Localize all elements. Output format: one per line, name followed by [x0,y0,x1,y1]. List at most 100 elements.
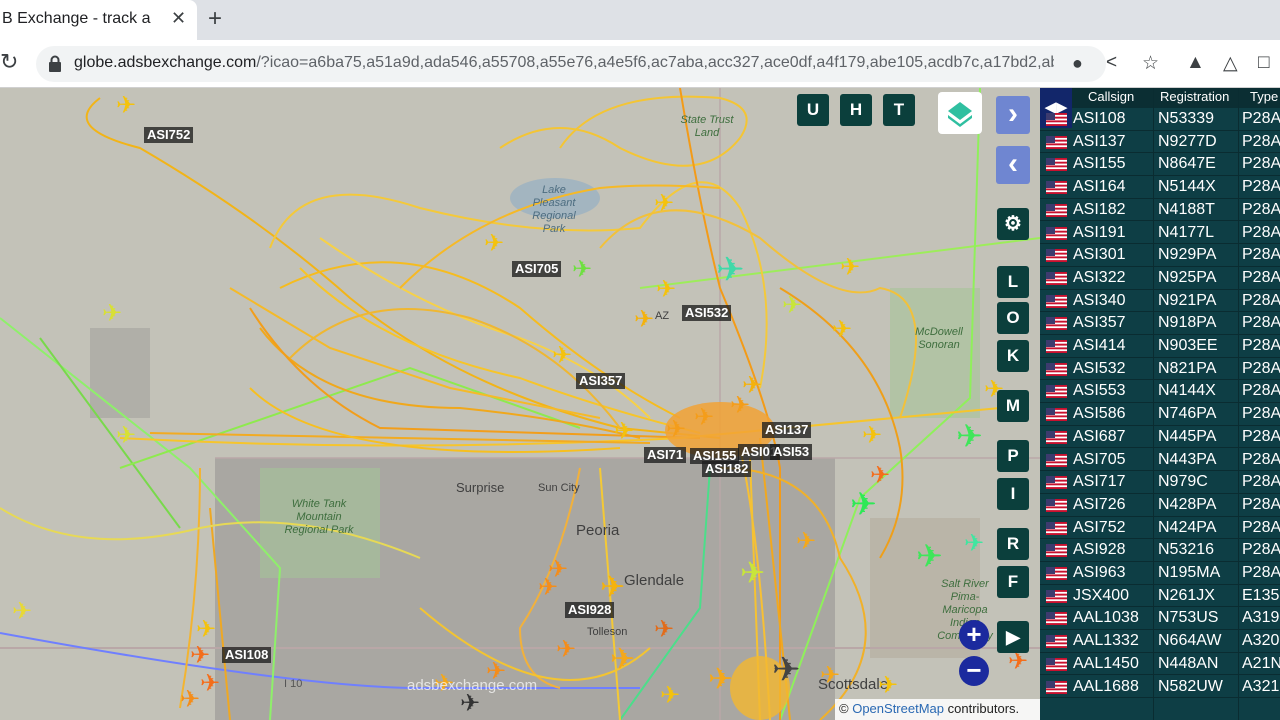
table-row[interactable]: ASI414 N903EE P28A [1040,335,1280,358]
aircraft-icon[interactable]: ✈ [116,94,136,118]
toggle-h-button[interactable]: H [840,94,872,126]
aircraft-icon[interactable]: ✈ [654,192,674,216]
aircraft-icon[interactable]: ✈ [572,258,592,282]
table-row[interactable]: AAL1038 N753US A319 [1040,607,1280,631]
aircraft-icon[interactable]: ✈ [740,559,765,589]
aircraft-icon[interactable]: ✈ [600,573,625,603]
aircraft-icon[interactable]: ✈ [870,464,890,488]
table-row[interactable]: ASI963 N195MA P28A [1040,562,1280,585]
table-row[interactable]: ASI191 N4177L P28A [1040,222,1280,245]
aircraft-icon[interactable]: ✈ [850,488,877,520]
zoom-in-button[interactable]: + [959,620,989,650]
flight-map[interactable]: Surprise Sun City Peoria Glendale Tolles… [0,88,1040,720]
side-panel-icon[interactable]: □ [1258,52,1269,74]
header-registration[interactable]: Registration [1160,88,1229,106]
aircraft-icon[interactable]: ✈ [634,308,654,332]
aircraft-icon[interactable]: ✈ [666,418,686,442]
star-icon[interactable]: ☆ [1142,52,1159,75]
next-button[interactable]: › [996,96,1030,134]
table-row[interactable]: ASI108 N53339 P28A [1040,108,1280,131]
toggle-f-button[interactable]: F [997,566,1029,598]
toggle-o-button[interactable]: O [997,302,1029,334]
reload-icon[interactable]: ↻ [0,49,22,75]
table-row[interactable]: ASI164 N5144X P28A [1040,176,1280,199]
labs-flask-icon[interactable]: △ [1223,52,1238,75]
table-row[interactable]: ASI705 N443PA P28A [1040,449,1280,472]
aircraft-icon[interactable]: ✈ [610,645,635,675]
aircraft-icon[interactable]: ✈ [12,600,32,624]
omnibox[interactable]: globe.adsbexchange.com/?icao=a6ba75,a51a… [36,46,1106,82]
location-pin-icon[interactable]: ● [1072,53,1083,74]
aircraft-icon[interactable]: ✈ [116,424,136,448]
aircraft-icon[interactable]: ✈ [190,644,210,668]
aircraft-icon[interactable]: ✈ [102,302,122,326]
aircraft-icon[interactable]: ✈ [556,638,576,662]
aircraft-icon[interactable]: ✈ [862,424,882,448]
aircraft-icon[interactable]: ✈ [742,374,762,398]
aircraft-icon[interactable]: ✈ [820,664,840,688]
close-icon[interactable]: ✕ [171,8,186,29]
table-row[interactable]: ASI340 N921PA P28A [1040,290,1280,313]
aircraft-icon[interactable]: ✈ [708,665,733,695]
table-row[interactable]: ASI137 N9277D P28A [1040,131,1280,154]
toggle-i-button[interactable]: I [997,478,1029,510]
aircraft-icon[interactable]: ✈ [964,532,984,556]
extensions-icon[interactable]: ▲ [1186,52,1205,74]
table-row[interactable]: ASI322 N925PA P28A [1040,267,1280,290]
table-row[interactable]: ASI717 N979C P28A [1040,471,1280,494]
browser-tab[interactable]: B Exchange - track a ✕ [0,0,197,40]
toggle-p-button[interactable]: P [997,440,1029,472]
aircraft-icon[interactable]: ✈ [552,344,572,368]
aircraft-label[interactable]: ASI532 [682,305,732,321]
aircraft-label[interactable]: ASI357 [576,373,626,389]
aircraft-label[interactable]: ASI137 [762,422,812,438]
settings-gear-icon[interactable]: ⚙ [997,208,1029,240]
table-row[interactable]: ASI301 N929PA P28A [1040,244,1280,267]
aircraft-label[interactable]: ASI108 [222,647,272,663]
table-row[interactable]: ASI357 N918PA P28A [1040,312,1280,335]
zoom-out-button[interactable]: − [959,656,989,686]
aircraft-icon[interactable]: ✈ [656,278,676,302]
aircraft-icon[interactable]: ✈ [956,420,983,452]
toggle-m-button[interactable]: M [997,390,1029,422]
aircraft-label[interactable]: ASI53 [770,444,813,460]
aircraft-icon[interactable]: ✈ [796,530,816,554]
prev-button[interactable]: ‹ [996,146,1030,184]
aircraft-icon[interactable]: ✈ [460,692,480,716]
table-row[interactable]: ASI726 N428PA P28A [1040,494,1280,517]
header-callsign[interactable]: Callsign [1088,88,1134,106]
table-row[interactable]: JSX400 N261JX E135 [1040,585,1280,608]
aircraft-icon[interactable]: ✈ [180,688,200,712]
aircraft-icon[interactable]: ✈ [196,618,216,642]
toggle-l-button[interactable]: L [997,266,1029,298]
osm-link[interactable]: OpenStreetMap [852,701,944,716]
header-type[interactable]: Type [1250,88,1278,106]
table-row[interactable]: ASI155 N8647E P28A [1040,153,1280,177]
toggle-u-button[interactable]: U [797,94,829,126]
table-row[interactable]: AAL1450 N448AN A21N [1040,653,1280,676]
aircraft-label[interactable]: ASI928 [565,602,615,618]
table-row[interactable]: ASI586 N746PA P28A [1040,403,1280,426]
toggle-r-button[interactable]: R [997,528,1029,560]
table-row[interactable]: ASI532 N821PA P28A [1040,358,1280,381]
aircraft-icon[interactable]: ✈ [538,576,558,600]
replay-icon[interactable]: ▶ [997,621,1029,653]
aircraft-icon[interactable]: ✈ [878,674,898,698]
aircraft-label[interactable]: ASI71 [644,447,687,463]
aircraft-label[interactable]: ASI752 [144,127,194,143]
table-row[interactable]: ASI687 N445PA P28A [1040,426,1280,449]
aircraft-icon[interactable]: ✈ [832,318,852,342]
aircraft-icon[interactable]: ✈ [484,232,504,256]
toggle-t-button[interactable]: T [883,94,915,126]
table-row[interactable]: ASI752 N424PA P28A [1040,517,1280,540]
table-row[interactable]: ASI182 N4188T P28A [1040,199,1280,222]
new-tab-button[interactable]: + [208,5,222,33]
aircraft-icon[interactable]: ✈ [716,253,745,287]
aircraft-icon[interactable]: ✈ [782,294,802,318]
layers-button[interactable] [938,92,982,134]
table-row[interactable]: ASI553 N4144X P28A [1040,380,1280,404]
aircraft-icon[interactable]: ✈ [654,618,674,642]
aircraft-icon[interactable]: ✈ [660,684,680,708]
aircraft-icon[interactable]: ✈ [200,672,220,696]
aircraft-icon[interactable]: ✈ [772,653,801,687]
